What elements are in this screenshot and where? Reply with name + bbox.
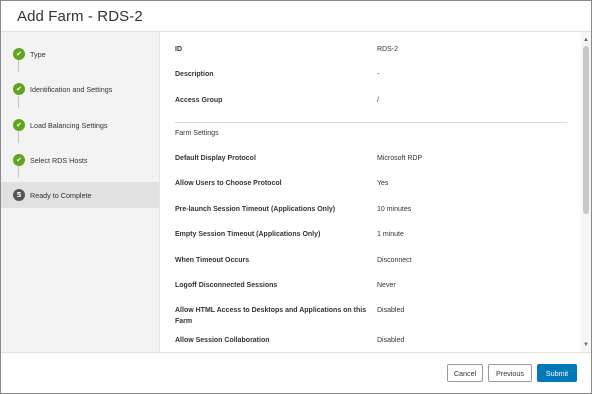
summary-panel: ID RDS-2 Description - Access Group / Fa… xyxy=(160,32,581,352)
setting-value: 1 minute xyxy=(377,231,404,238)
setting-key: Empty Session Timeout (Applications Only… xyxy=(175,231,321,238)
summary-value: - xyxy=(377,71,380,78)
summary-key: ID xyxy=(175,46,182,53)
setting-key: Allow HTML Access to Desktops and Applic… xyxy=(175,307,367,325)
previous-button[interactable]: Previous xyxy=(488,364,532,382)
wizard-step-ready-to-complete[interactable]: 5 Ready to Complete xyxy=(1,182,159,208)
check-icon: ✔ xyxy=(13,83,25,95)
step-label: Ready to Complete xyxy=(30,190,92,200)
setting-value: Microsoft RDP xyxy=(377,155,423,162)
setting-key: Allow Session Collaboration xyxy=(175,337,270,344)
setting-value: Disabled xyxy=(377,337,405,344)
check-icon: ✔ xyxy=(13,154,25,166)
setting-key: Default Display Protocol xyxy=(175,155,256,162)
section-divider xyxy=(175,122,567,123)
add-farm-dialog: Add Farm - RDS-2 ✔ Type ✔ Identification… xyxy=(0,0,592,394)
scroll-down-arrow-icon[interactable]: ▼ xyxy=(582,341,590,349)
dialog-title: Add Farm - RDS-2 xyxy=(17,8,143,25)
wizard-step-select-rds-hosts[interactable]: ✔ Select RDS Hosts xyxy=(1,147,159,173)
check-icon: ✔ xyxy=(13,48,25,60)
setting-value: 10 minutes xyxy=(377,206,412,213)
setting-key: Logoff Disconnected Sessions xyxy=(175,282,278,289)
setting-key: Pre-launch Session Timeout (Applications… xyxy=(175,206,336,213)
summary-key: Access Group xyxy=(175,97,223,104)
step-number-badge: 5 xyxy=(13,189,25,201)
scroll-up-arrow-icon[interactable]: ▲ xyxy=(582,36,590,44)
cancel-button[interactable]: Cancel xyxy=(447,364,483,382)
step-label: Identification and Settings xyxy=(30,84,113,94)
check-icon: ✔ xyxy=(13,119,25,131)
setting-key: When Timeout Occurs xyxy=(175,257,250,264)
wizard-step-type[interactable]: ✔ Type xyxy=(1,41,159,67)
step-label: Type xyxy=(30,49,46,59)
vertical-scrollbar[interactable]: ▲ ▼ xyxy=(581,32,591,352)
farm-settings-heading: Farm Settings xyxy=(175,130,219,137)
wizard-step-identification[interactable]: ✔ Identification and Settings xyxy=(1,76,159,102)
summary-key: Description xyxy=(175,71,214,78)
wizard-step-load-balancing[interactable]: ✔ Load Balancing Settings xyxy=(1,112,159,138)
summary-value: / xyxy=(377,97,379,104)
step-label: Load Balancing Settings xyxy=(30,120,108,130)
footer-divider xyxy=(1,352,591,353)
setting-key: Allow Users to Choose Protocol xyxy=(175,180,282,187)
step-label: Select RDS Hosts xyxy=(30,155,88,165)
setting-value: Disconnect xyxy=(377,257,412,264)
summary-value: RDS-2 xyxy=(377,46,399,53)
wizard-steps-sidebar: ✔ Type ✔ Identification and Settings ✔ L… xyxy=(1,32,160,352)
setting-value: Yes xyxy=(377,180,389,187)
scroll-thumb[interactable] xyxy=(583,46,589,214)
setting-value: Disabled xyxy=(377,307,405,314)
setting-value: Never xyxy=(377,282,396,289)
submit-button[interactable]: Submit xyxy=(537,364,577,382)
